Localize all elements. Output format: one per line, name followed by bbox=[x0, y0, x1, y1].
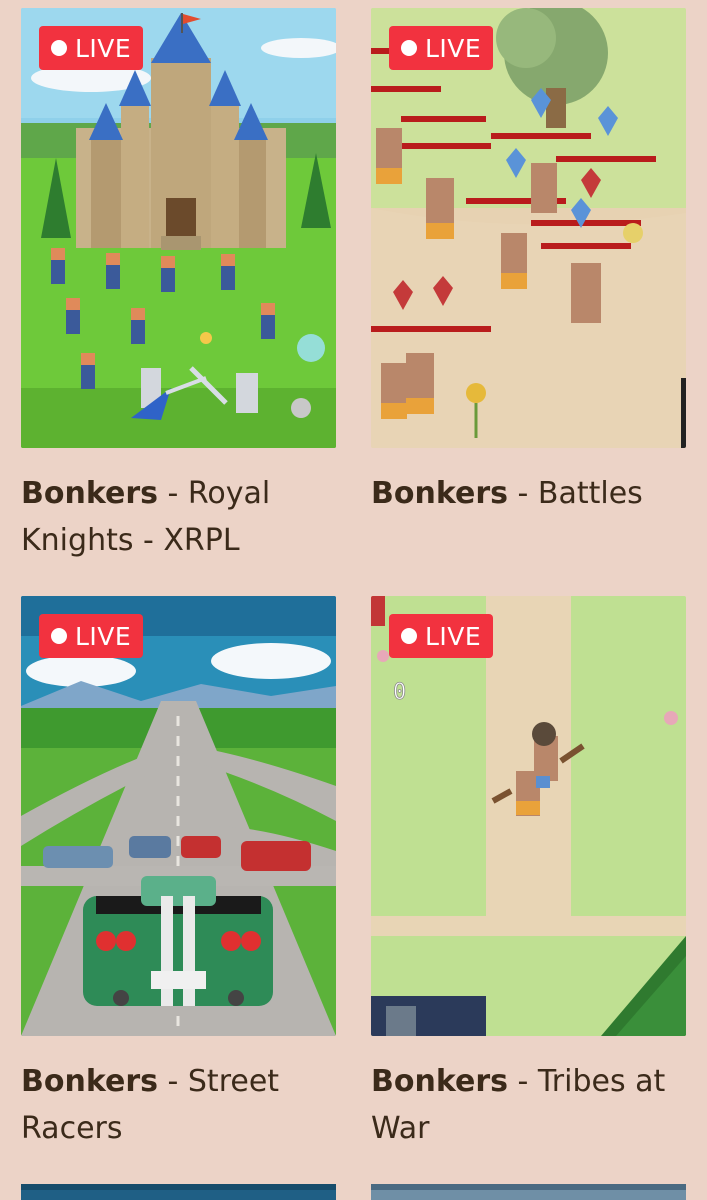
game-card-next-right-peek[interactable] bbox=[371, 1184, 686, 1200]
game-card-street-racers[interactable]: LIVE Bonkers - Street Racers bbox=[21, 596, 336, 1152]
game-title[interactable]: Bonkers - Battles bbox=[371, 470, 686, 517]
live-label: LIVE bbox=[425, 33, 482, 63]
live-dot-icon bbox=[401, 40, 417, 56]
live-dot-icon bbox=[51, 40, 67, 56]
game-name: Battles bbox=[537, 476, 643, 511]
live-badge: LIVE bbox=[39, 614, 144, 658]
game-thumbnail-tribes-at-war[interactable]: 0 LIVE bbox=[371, 596, 686, 1036]
live-dot-icon bbox=[401, 628, 417, 644]
tribes-scene-image: 0 bbox=[371, 596, 686, 1036]
street-racers-image bbox=[21, 596, 336, 1036]
game-thumbnail-royal-knights[interactable]: LIVE bbox=[21, 8, 336, 448]
castle-battle-image bbox=[21, 8, 336, 448]
game-title[interactable]: Bonkers - Tribes at War bbox=[371, 1058, 686, 1152]
title-separator: - bbox=[157, 476, 188, 511]
title-separator: - bbox=[157, 1064, 188, 1099]
live-label: LIVE bbox=[425, 621, 482, 651]
game-card-next-left-peek[interactable] bbox=[21, 1184, 336, 1200]
game-brand: Bonkers bbox=[21, 476, 158, 511]
live-label: LIVE bbox=[75, 33, 132, 63]
tribes-score: 0 bbox=[393, 680, 406, 705]
game-brand: Bonkers bbox=[371, 1064, 508, 1099]
game-brand: Bonkers bbox=[371, 476, 508, 511]
title-separator: - bbox=[507, 476, 538, 511]
live-badge: LIVE bbox=[389, 26, 494, 70]
live-dot-icon bbox=[51, 628, 67, 644]
next-thumbnail-image bbox=[21, 1184, 336, 1200]
live-badge: LIVE bbox=[389, 614, 494, 658]
battle-scene-image bbox=[371, 8, 686, 448]
game-title[interactable]: Bonkers - Street Racers bbox=[21, 1058, 336, 1152]
next-thumbnail-image bbox=[371, 1184, 686, 1200]
live-badge: LIVE bbox=[39, 26, 144, 70]
game-card-battles[interactable]: LIVE Bonkers - Battles bbox=[371, 8, 686, 517]
game-card-tribes-at-war[interactable]: 0 LIVE Bonkers - Tribes at War bbox=[371, 596, 686, 1152]
live-label: LIVE bbox=[75, 621, 132, 651]
game-title[interactable]: Bonkers - Royal Knights - XRPL bbox=[21, 470, 336, 564]
title-separator: - bbox=[507, 1064, 538, 1099]
game-card-royal-knights[interactable]: LIVE Bonkers - Royal Knights - XRPL bbox=[21, 8, 336, 564]
game-thumbnail-battles[interactable]: LIVE bbox=[371, 8, 686, 448]
game-thumbnail-street-racers[interactable]: LIVE bbox=[21, 596, 336, 1036]
game-brand: Bonkers bbox=[21, 1064, 158, 1099]
